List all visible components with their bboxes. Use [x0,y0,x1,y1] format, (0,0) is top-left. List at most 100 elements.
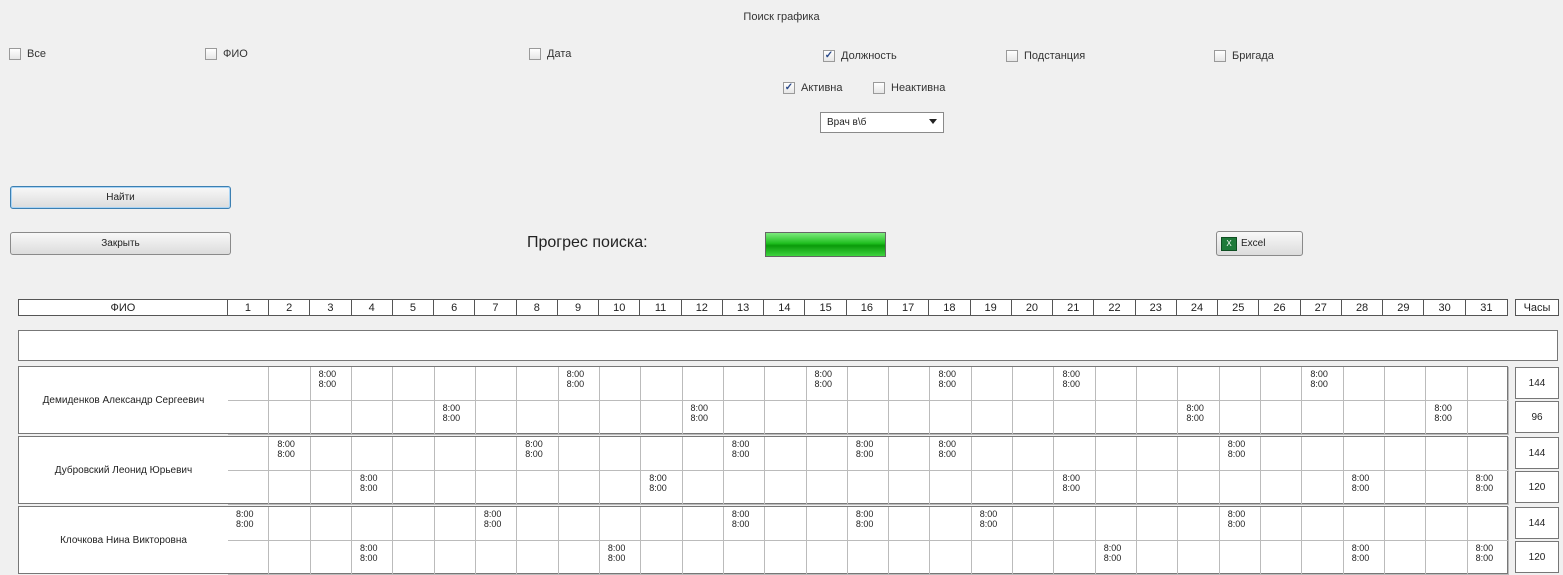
checkbox-box[interactable]: ✓ [823,50,835,62]
schedule-cell[interactable] [599,437,642,471]
schedule-cell[interactable] [558,401,600,435]
schedule-cell[interactable] [847,541,890,575]
schedule-cell[interactable] [1261,471,1303,505]
schedule-cell[interactable] [930,471,972,505]
schedule-cell[interactable]: 8:00 8:00 [269,437,311,471]
schedule-cell[interactable] [1219,401,1262,435]
schedule-cell[interactable] [1054,401,1096,435]
checkbox-substation[interactable]: Подстанция [1006,50,1085,62]
schedule-cell[interactable] [889,367,931,401]
schedule-cell[interactable]: 8:00 8:00 [1343,471,1386,505]
schedule-cell[interactable] [847,367,890,401]
schedule-cell[interactable]: 8:00 8:00 [434,401,476,435]
schedule-cell[interactable] [806,507,848,541]
schedule-cell[interactable]: 8:00 8:00 [723,507,766,541]
schedule-cell[interactable] [1013,401,1055,435]
schedule-cell[interactable] [351,401,394,435]
schedule-cell[interactable] [393,401,435,435]
schedule-cell[interactable] [847,471,890,505]
checkbox-box[interactable] [1006,50,1018,62]
schedule-cell[interactable] [1302,507,1344,541]
schedule-cell[interactable]: 8:00 8:00 [351,471,394,505]
schedule-cell[interactable] [393,471,435,505]
schedule-cell[interactable] [1302,437,1344,471]
schedule-cell[interactable] [806,437,848,471]
schedule-cell[interactable] [1302,541,1344,575]
schedule-cell[interactable] [1219,367,1262,401]
schedule-cell[interactable] [558,541,600,575]
schedule-cell[interactable] [682,367,724,401]
schedule-cell[interactable] [641,367,683,401]
schedule-cell[interactable] [310,471,352,505]
schedule-cell[interactable]: 8:00 8:00 [599,541,642,575]
checkbox-date[interactable]: Дата [529,48,571,60]
schedule-cell[interactable]: 8:00 8:00 [1219,437,1262,471]
schedule-cell[interactable] [1095,437,1138,471]
schedule-cell[interactable] [475,541,518,575]
schedule-cell[interactable] [682,471,724,505]
schedule-cell[interactable] [1178,367,1220,401]
schedule-cell[interactable]: 8:00 8:00 [682,401,724,435]
schedule-cell[interactable] [434,541,476,575]
schedule-cell[interactable] [1467,507,1509,541]
schedule-cell[interactable] [806,541,848,575]
schedule-cell[interactable] [765,471,807,505]
schedule-cell[interactable] [930,401,972,435]
schedule-cell[interactable]: 8:00 8:00 [1343,541,1386,575]
schedule-cell[interactable] [228,541,270,575]
schedule-cell[interactable] [228,471,270,505]
schedule-cell[interactable] [971,437,1014,471]
schedule-cell[interactable] [599,367,642,401]
schedule-cell[interactable] [1385,401,1427,435]
schedule-cell[interactable] [1054,437,1096,471]
schedule-cell[interactable] [889,401,931,435]
chevron-down-icon[interactable] [929,119,937,124]
schedule-cell[interactable] [1095,471,1138,505]
schedule-cell[interactable] [1261,507,1303,541]
checkbox-box[interactable] [529,48,541,60]
schedule-cell[interactable] [1219,471,1262,505]
position-select[interactable]: Врач в\б [820,112,944,133]
schedule-cell[interactable] [1095,401,1138,435]
checkbox-box[interactable] [205,48,217,60]
schedule-cell[interactable] [930,541,972,575]
schedule-cell[interactable]: 8:00 8:00 [847,507,890,541]
schedule-cell[interactable] [1385,507,1427,541]
schedule-cell[interactable] [889,541,931,575]
schedule-cell[interactable] [558,507,600,541]
schedule-cell[interactable] [1426,471,1468,505]
checkbox-position[interactable]: ✓ Должность [823,50,897,62]
schedule-cell[interactable] [1178,437,1220,471]
schedule-cell[interactable]: 8:00 8:00 [1467,471,1509,505]
schedule-cell[interactable] [1261,437,1303,471]
schedule-cell[interactable]: 8:00 8:00 [517,437,559,471]
schedule-cell[interactable]: 8:00 8:00 [971,507,1014,541]
schedule-cell[interactable] [517,471,559,505]
schedule-cell[interactable] [1385,437,1427,471]
schedule-cell[interactable] [558,471,600,505]
schedule-cell[interactable] [1095,367,1138,401]
schedule-cell[interactable]: 8:00 8:00 [1095,541,1138,575]
schedule-cell[interactable] [641,507,683,541]
schedule-cell[interactable] [1343,507,1386,541]
schedule-cell[interactable] [765,541,807,575]
schedule-cell[interactable] [1385,471,1427,505]
schedule-cell[interactable]: 8:00 8:00 [1426,401,1468,435]
schedule-cell[interactable] [1426,437,1468,471]
schedule-cell[interactable] [599,507,642,541]
schedule-cell[interactable] [765,507,807,541]
schedule-cell[interactable]: 8:00 8:00 [1054,471,1096,505]
schedule-cell[interactable] [682,437,724,471]
schedule-cell[interactable] [228,437,270,471]
schedule-cell[interactable] [558,437,600,471]
schedule-cell[interactable] [393,507,435,541]
schedule-cell[interactable] [517,541,559,575]
schedule-cell[interactable] [1302,401,1344,435]
find-button[interactable]: Найти [10,186,231,209]
schedule-cell[interactable] [765,367,807,401]
schedule-cell[interactable] [1095,507,1138,541]
schedule-cell[interactable] [351,507,394,541]
schedule-cell[interactable] [310,437,352,471]
schedule-cell[interactable] [269,367,311,401]
schedule-cell[interactable] [1137,367,1179,401]
